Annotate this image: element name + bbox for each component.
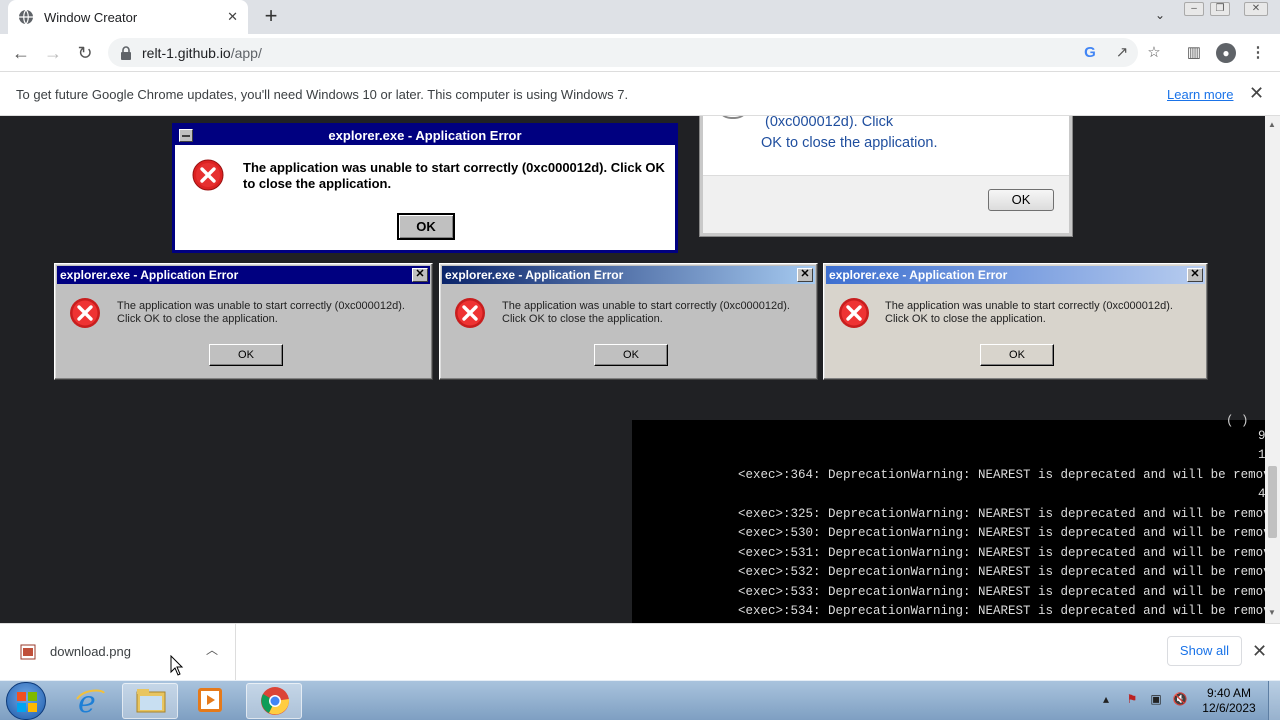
clock-date: 12/6/2023: [1202, 701, 1256, 715]
tab-close-button[interactable]: ✕: [227, 9, 238, 25]
volume-muted-icon[interactable]: 🔇: [1172, 692, 1188, 708]
console-line: <exec>:530: DeprecationWarning: NEAREST …: [738, 526, 1280, 540]
infobar-close-button[interactable]: ✕: [1249, 83, 1264, 104]
dialog-3-ok-button[interactable]: OK: [980, 344, 1054, 366]
show-desktop-button[interactable]: [1268, 681, 1280, 720]
error-icon: [455, 298, 485, 328]
win98-dialog-message: The application was unable to start corr…: [243, 160, 665, 191]
dialog-3-titlebar: explorer.exe - Application Error ✕: [826, 266, 1205, 284]
clock-time: 9:40 AM: [1206, 686, 1252, 700]
taskbar-chrome[interactable]: [246, 683, 302, 719]
error-dialog-1: explorer.exe - Application Error ✕ The a…: [54, 263, 433, 380]
error-icon: [192, 159, 224, 191]
forward-button[interactable]: →: [40, 40, 66, 66]
taskbar-file-explorer[interactable]: [122, 683, 178, 719]
url-path: /app/: [230, 44, 262, 61]
console-fragment: ( ): [1226, 414, 1249, 428]
network-icon[interactable]: ▣: [1148, 692, 1164, 708]
console-line: <exec>:325: DeprecationWarning: NEAREST …: [738, 507, 1280, 521]
scroll-down-arrow[interactable]: ▼: [1268, 608, 1276, 617]
infobar-message: To get future Google Chrome updates, you…: [16, 87, 629, 102]
tab-window-creator[interactable]: Window Creator ✕: [8, 0, 248, 34]
internet-explorer-icon: e: [76, 685, 105, 717]
partial-dialog-ok-button[interactable]: OK: [988, 189, 1054, 211]
globe-icon: [19, 9, 33, 25]
error-dialog-2: explorer.exe - Application Error ✕ The a…: [439, 263, 818, 380]
dialog-3-title: explorer.exe - Application Error: [829, 268, 1008, 282]
download-options-chevron-icon[interactable]: ︿: [206, 641, 218, 658]
back-button[interactable]: ←: [8, 40, 34, 66]
taskbar-internet-explorer[interactable]: e: [62, 683, 118, 719]
share-icon[interactable]: ↗: [1112, 43, 1132, 63]
dialog-1-titlebar: explorer.exe - Application Error ✕: [57, 266, 430, 284]
dialog-3-message: The application was unable to start corr…: [885, 300, 1173, 325]
lock-icon: [121, 45, 131, 60]
dialog-1-message: The application was unable to start corr…: [117, 300, 405, 325]
media-player-icon: [198, 688, 222, 712]
system-menu-icon[interactable]: [179, 129, 193, 142]
page-content: (0xc000012d). Click OK to close the appl…: [0, 116, 1280, 623]
start-button[interactable]: [6, 682, 46, 720]
dialog-2-title: explorer.exe - Application Error: [445, 268, 624, 282]
dialog-2-close-button[interactable]: ✕: [797, 268, 813, 282]
console-output: ( ) 9 1 <exec>:364: DeprecationWarning: …: [632, 414, 1280, 623]
error-dialog-3: explorer.exe - Application Error ✕ The a…: [823, 263, 1208, 380]
download-item[interactable]: download.png ︿: [0, 623, 236, 680]
partial-error-dialog: (0xc000012d). Click OK to close the appl…: [700, 116, 1072, 236]
console-line: <exec>:534: DeprecationWarning: NEAREST …: [738, 604, 1280, 618]
windows-logo-icon: [17, 692, 37, 712]
menu-icon[interactable]: ⋮: [1248, 43, 1268, 63]
minimize-button[interactable]: –: [1184, 2, 1204, 16]
show-hidden-icons-button[interactable]: ▴: [1098, 692, 1114, 708]
bookmark-star-icon[interactable]: ☆: [1144, 43, 1164, 63]
download-file-name: download.png: [50, 644, 131, 659]
console-line: <exec>:533: DeprecationWarning: NEAREST …: [738, 585, 1280, 599]
scrollbar-thumb[interactable]: [1268, 466, 1277, 538]
dialog-1-ok-button[interactable]: OK: [209, 344, 283, 366]
partial-dialog-message: (0xc000012d). Click OK to close the appl…: [761, 116, 938, 151]
mouse-cursor-icon: [170, 655, 184, 676]
win98-dialog-titlebar: explorer.exe - Application Error: [175, 126, 675, 145]
action-center-icon[interactable]: ⚑: [1124, 692, 1140, 708]
folder-icon: [136, 689, 166, 713]
console-line: <exec>:531: DeprecationWarning: NEAREST …: [738, 546, 1280, 560]
console-line: <exec>:364: DeprecationWarning: NEAREST …: [738, 468, 1280, 482]
learn-more-link[interactable]: Learn more: [1167, 87, 1233, 102]
dialog-1-title: explorer.exe - Application Error: [60, 268, 239, 282]
dialog-3-close-button[interactable]: ✕: [1187, 268, 1203, 282]
restore-button[interactable]: ❐: [1210, 2, 1230, 16]
reload-button[interactable]: ↻: [72, 40, 98, 66]
url-domain: relt-1.github.io: [142, 44, 231, 61]
page-scrollbar[interactable]: ▲ ▼: [1265, 116, 1280, 623]
console-line: <exec>:532: DeprecationWarning: NEAREST …: [738, 565, 1280, 579]
dialog-2-ok-button[interactable]: OK: [594, 344, 668, 366]
downloads-close-button[interactable]: ✕: [1252, 641, 1267, 662]
update-infobar: To get future Google Chrome updates, you…: [0, 71, 1280, 116]
image-file-icon: [20, 644, 36, 659]
close-window-button[interactable]: ✕: [1244, 2, 1268, 16]
dialog-2-message: The application was unable to start corr…: [502, 300, 790, 325]
new-tab-button[interactable]: +: [258, 4, 284, 30]
taskbar-clock[interactable]: 9:40 AM 12/6/2023: [1192, 686, 1266, 716]
scroll-up-arrow[interactable]: ▲: [1268, 120, 1276, 129]
error-icon: [717, 116, 749, 119]
show-all-button[interactable]: Show all: [1167, 636, 1242, 666]
tab-title: Window Creator: [44, 9, 138, 25]
dialog-1-close-button[interactable]: ✕: [412, 268, 428, 282]
google-icon[interactable]: G: [1080, 43, 1100, 63]
chrome-icon: [261, 687, 290, 715]
dialog-2-titlebar: explorer.exe - Application Error ✕: [442, 266, 815, 284]
side-panel-icon[interactable]: ▥: [1184, 43, 1204, 63]
tab-search-icon[interactable]: ⌄: [1150, 8, 1170, 26]
error-icon: [839, 298, 869, 328]
taskbar-media-player[interactable]: [182, 683, 238, 719]
win98-ok-button[interactable]: OK: [397, 213, 455, 240]
win98-dialog-title: explorer.exe - Application Error: [328, 128, 522, 143]
error-icon: [70, 298, 100, 328]
profile-avatar-icon[interactable]: ●: [1216, 43, 1236, 63]
address-bar[interactable]: relt-1.github.io/app/: [108, 38, 1138, 67]
win98-error-dialog: explorer.exe - Application Error The app…: [172, 123, 678, 253]
